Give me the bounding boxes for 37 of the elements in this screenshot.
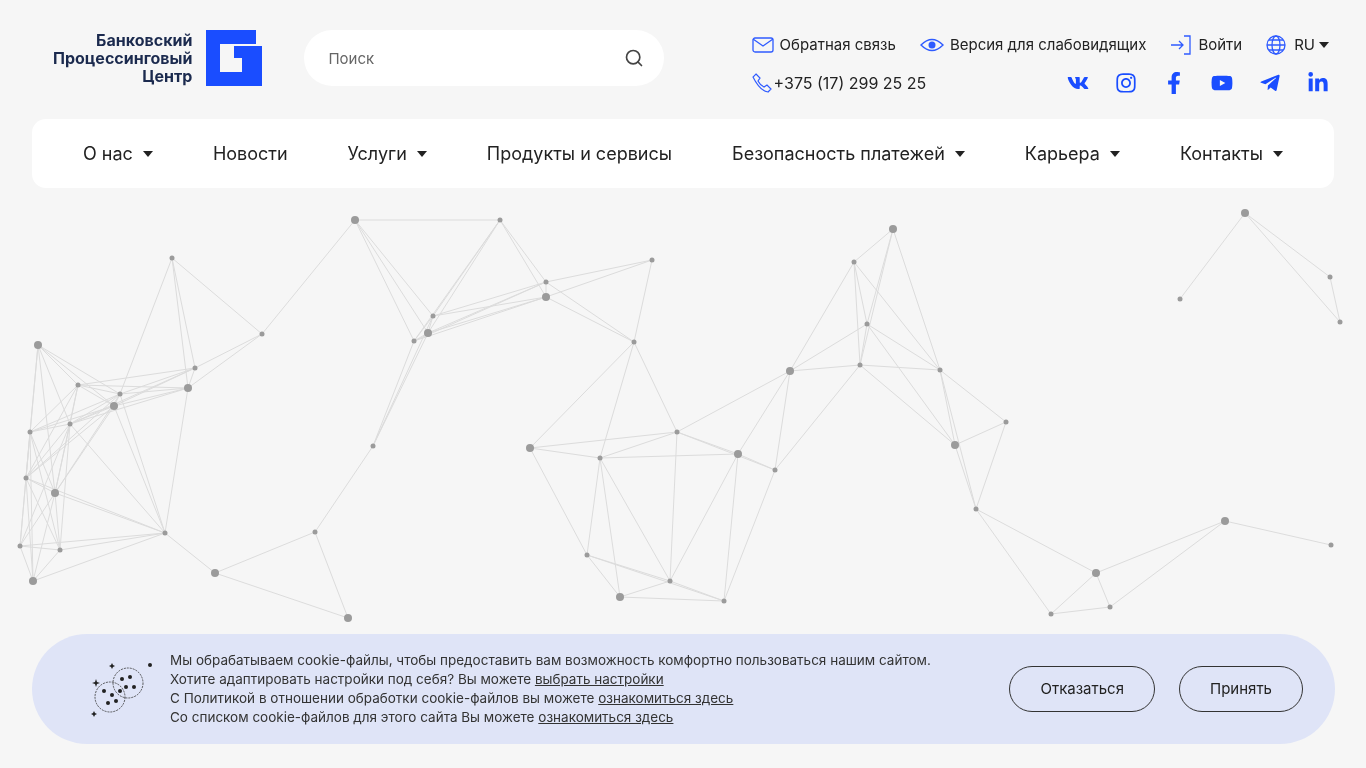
search-field[interactable]: Поиск <box>304 30 665 86</box>
caret-icon <box>142 150 153 157</box>
nav-item[interactable]: Карьера <box>1024 140 1120 167</box>
cookie-link[interactable]: выбрать настройки <box>534 671 664 687</box>
caret-icon <box>1319 42 1329 49</box>
nav-item[interactable]: Продукты и сервисы <box>486 140 672 167</box>
cookie-link[interactable]: ознакомиться здесь <box>598 690 734 706</box>
envelope-icon <box>751 37 774 54</box>
nav-item[interactable]: Контакты <box>1179 140 1283 167</box>
nav-item[interactable]: О нас <box>83 140 153 167</box>
phone-icon <box>751 72 772 93</box>
caret-icon <box>1109 150 1120 157</box>
cookie-text: Со списком cookie-файлов для этого сайта Вы можете <box>170 709 535 725</box>
search-icon[interactable] <box>624 48 645 68</box>
cookie-link[interactable]: ознакомиться здесь <box>538 709 674 725</box>
linkedin-icon[interactable] <box>1307 71 1329 94</box>
cookie-text: Хотите адаптировать настройки под себя? Вы можете <box>170 671 532 687</box>
nav-item[interactable]: Безопасность платежей <box>732 140 965 167</box>
cookie-text: Мы обрабатываем cookie-файлы, чтобы предоставить вам возможность комфортно пользоваться нашим сайтом. <box>170 652 931 668</box>
caret-icon <box>954 150 965 157</box>
login-icon <box>1170 34 1193 57</box>
nav-item[interactable]: Новости <box>212 140 288 167</box>
logo-text[interactable]: Банковский Процессинговый Центр <box>53 31 193 85</box>
instagram-icon[interactable] <box>1115 71 1137 94</box>
eye-icon <box>919 38 944 53</box>
nav-item[interactable]: Услуги <box>347 140 427 167</box>
feedback-link[interactable]: Обратная связь <box>751 34 896 57</box>
accessibility-link[interactable]: Версия для слабовидящих <box>919 34 1147 57</box>
login-link[interactable]: Войти <box>1170 34 1243 57</box>
globe-icon <box>1266 35 1287 56</box>
cookies-icon <box>90 661 154 717</box>
logo-icon <box>206 30 263 86</box>
cookie-text: С Политикой в отношении обработки cookie-файлов вы можете <box>170 690 595 706</box>
language-selector[interactable]: RU <box>1266 34 1329 57</box>
caret-icon <box>1272 150 1283 157</box>
phone-link[interactable]: +375 (17) 299 25 25 <box>751 70 927 95</box>
caret-icon <box>416 150 427 157</box>
